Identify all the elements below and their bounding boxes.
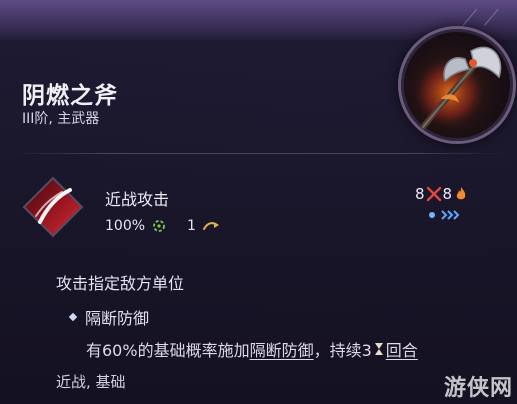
section-divider [10,153,507,154]
turn-link[interactable]: 回合 [386,337,418,361]
crosshair-icon [153,220,165,232]
energy-pips-icon [429,210,460,220]
hourglass-icon [374,343,383,355]
effect-text-pre: 有60%的基础概率施加 [86,341,250,360]
status-link[interactable]: 隔断防御 [250,337,314,361]
range-value: 1 [187,218,196,234]
effect-detail: 有60%的基础概率施加 隔断防御 ，持续3 回合 [86,337,418,361]
flame-icon [456,187,466,200]
energy-pips [427,209,467,221]
skill-stats: 100% 1 [105,216,220,236]
skill-tags: 近战, 基础 [56,373,126,391]
item-title: 阴燃之斧 [22,83,118,109]
bullet-diamond-icon [68,312,78,322]
crossed-blades-icon [426,186,441,202]
skill-costs: 8 8 [415,185,468,203]
site-watermark: 游侠网 [444,376,514,401]
action-cost-value: 8 [415,185,425,203]
effect-heading: 隔断防御 [68,305,150,329]
slash-icon [22,176,84,238]
skill-slot[interactable] [22,176,84,238]
skill-name: 近战攻击 [105,190,170,209]
effect-text-mid: ，持续3 [313,341,372,360]
arrow-icon [202,222,219,230]
effect-name: 隔断防御 [85,309,150,328]
item-subtitle: III阶, 主武器 [22,111,100,127]
axe-icon [415,46,502,130]
accuracy-value: 100% [105,218,146,234]
fire-cost-value: 8 [442,185,453,203]
skill-description: 攻击指定敌方单位 [56,274,185,293]
weapon-portrait[interactable] [398,26,516,144]
